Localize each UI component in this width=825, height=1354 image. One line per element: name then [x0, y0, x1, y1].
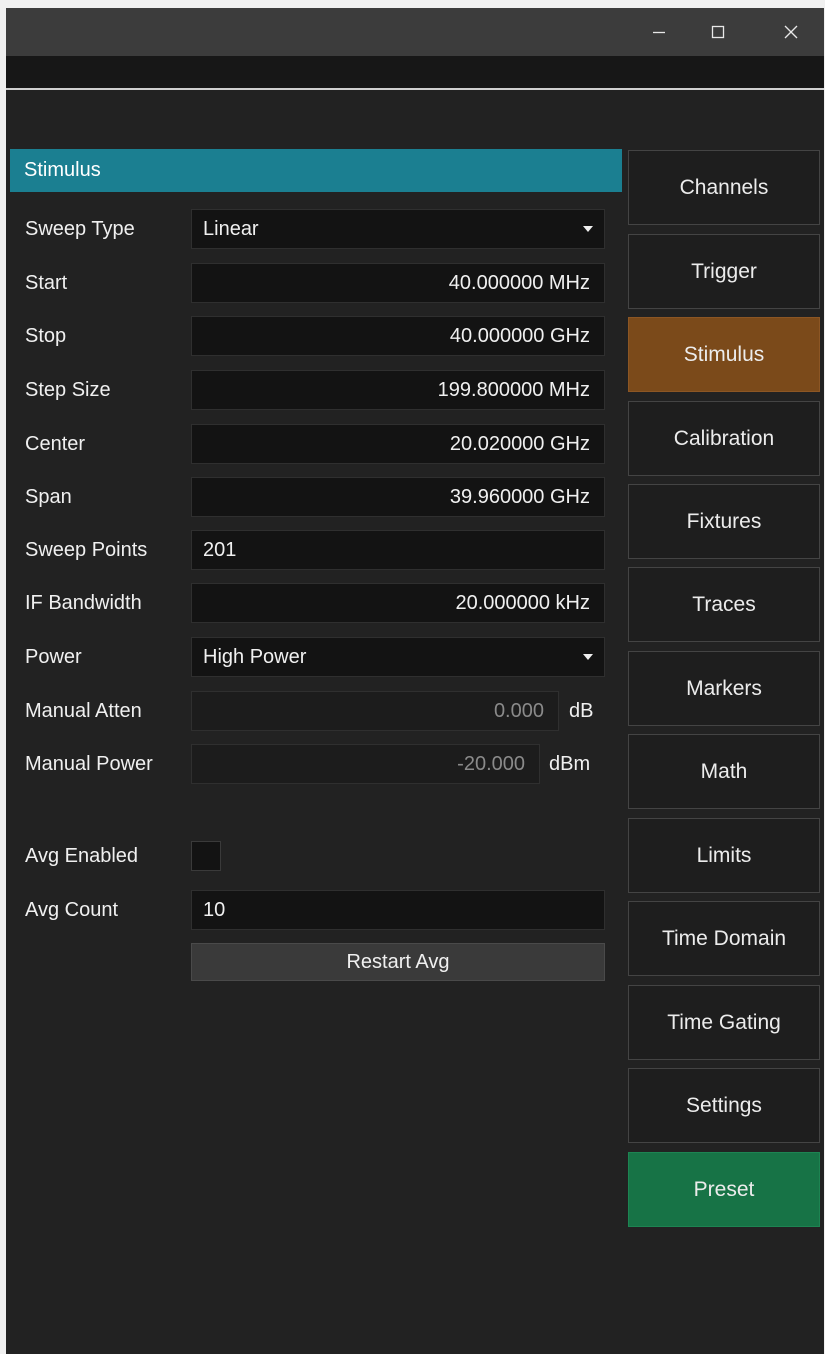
nav-stimulus-button[interactable]: Stimulus — [628, 317, 820, 392]
menu-bar — [6, 56, 824, 90]
close-button[interactable] — [768, 8, 814, 56]
avg-count-field[interactable]: 10 — [191, 890, 605, 930]
avg-count-label: Avg Count — [25, 899, 119, 921]
stop-label: Stop — [25, 325, 67, 347]
panel-title: Stimulus — [10, 149, 622, 192]
minimize-icon — [653, 31, 665, 34]
if-bandwidth-label: IF Bandwidth — [25, 592, 142, 614]
close-icon — [784, 25, 798, 39]
stop-field[interactable]: 40.000000 GHz — [191, 316, 605, 356]
chevron-down-icon — [583, 226, 593, 232]
nav-fixtures-button[interactable]: Fixtures — [628, 484, 820, 559]
restart-avg-button[interactable]: Restart Avg — [191, 943, 605, 981]
center-field[interactable]: 20.020000 GHz — [191, 424, 605, 464]
title-bar[interactable] — [6, 8, 824, 56]
nav-channels-button[interactable]: Channels — [628, 150, 820, 225]
power-dropdown[interactable]: High Power — [191, 637, 605, 677]
maximize-icon — [711, 25, 725, 39]
manual-atten-label: Manual Atten — [25, 700, 142, 722]
avg-enabled-label: Avg Enabled — [25, 845, 139, 867]
manual-power-label: Manual Power — [25, 753, 153, 775]
start-label: Start — [25, 272, 68, 294]
span-label: Span — [25, 486, 72, 508]
sweep-type-label: Sweep Type — [25, 218, 135, 240]
sweep-type-value: Linear — [203, 218, 259, 240]
if-bandwidth-field[interactable]: 20.000000 kHz — [191, 583, 605, 623]
span-field[interactable]: 39.960000 GHz — [191, 477, 605, 517]
app-window: Stimulus Sweep Type Linear Start 40.0000… — [6, 8, 824, 1354]
nav-trigger-button[interactable]: Trigger — [628, 234, 820, 309]
nav-limits-button[interactable]: Limits — [628, 818, 820, 893]
nav-settings-button[interactable]: Settings — [628, 1068, 820, 1143]
minimize-button[interactable] — [636, 8, 682, 56]
maximize-button[interactable] — [695, 8, 741, 56]
chevron-down-icon — [583, 654, 593, 660]
manual-atten-field[interactable]: 0.000 — [191, 691, 559, 731]
sweep-points-label: Sweep Points — [25, 539, 148, 561]
step-size-field[interactable]: 199.800000 MHz — [191, 370, 605, 410]
nav-math-button[interactable]: Math — [628, 734, 820, 809]
step-size-label: Step Size — [25, 379, 111, 401]
nav-calibration-button[interactable]: Calibration — [628, 401, 820, 476]
avg-enabled-checkbox[interactable] — [191, 841, 221, 871]
start-field[interactable]: 40.000000 MHz — [191, 263, 605, 303]
nav-time-domain-button[interactable]: Time Domain — [628, 901, 820, 976]
preset-button[interactable]: Preset — [628, 1152, 820, 1227]
power-value: High Power — [203, 646, 307, 668]
manual-power-unit: dBm — [549, 753, 591, 775]
center-label: Center — [25, 433, 86, 455]
manual-atten-unit: dB — [569, 700, 594, 722]
manual-power-field[interactable]: -20.000 — [191, 744, 540, 784]
power-label: Power — [25, 646, 82, 668]
sweep-type-dropdown[interactable]: Linear — [191, 209, 605, 249]
nav-traces-button[interactable]: Traces — [628, 567, 820, 642]
sweep-points-field[interactable]: 201 — [191, 530, 605, 570]
nav-markers-button[interactable]: Markers — [628, 651, 820, 726]
nav-time-gating-button[interactable]: Time Gating — [628, 985, 820, 1060]
